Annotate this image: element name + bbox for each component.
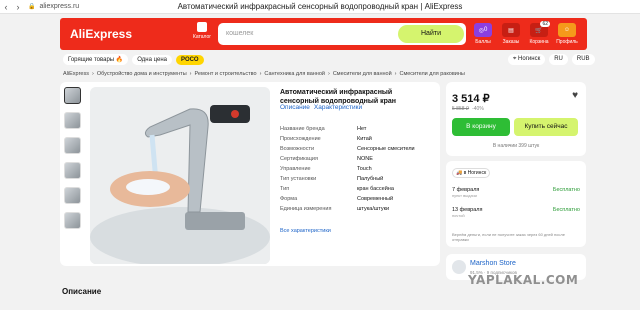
spec-row: Единица измерения штука/штуки — [280, 206, 390, 212]
store-avatar — [452, 260, 466, 274]
search-input[interactable]: кошелек — [226, 30, 253, 37]
page-title: Автоматический инфракрасный сенсорный во… — [177, 2, 463, 11]
site-header: AliExpress Каталог кошелек Найти ◎ 0 Бал… — [60, 18, 587, 50]
language-button[interactable]: RU — [549, 54, 568, 65]
spec-row: Форма Современный — [280, 196, 394, 202]
spec-row: Управление Touch — [280, 166, 372, 172]
breadcrumb-item[interactable]: Смесители для ванной — [333, 71, 392, 77]
points-label: Баллы — [475, 39, 491, 45]
cart-icon: 🛒 62 — [530, 21, 550, 37]
add-to-cart-button[interactable]: В корзину — [452, 118, 510, 136]
subnav: Горящие товары 🔥 Одна цена PОСО — [63, 54, 204, 65]
orders-icon: ▤ — [502, 23, 520, 37]
product-image[interactable] — [90, 87, 270, 264]
stock-status: В наличии 399 штук — [492, 143, 540, 149]
delivery-option: 13 февраля почтой Бесплатно — [452, 207, 580, 218]
browser-bar: ‹ › 🔒 aliexpress.ru Автоматический инфра… — [0, 0, 640, 14]
locale-bar: ⌖ Ногинск RU RUB — [508, 54, 595, 65]
discount-badge: -40% — [472, 106, 484, 112]
breadcrumb-item[interactable]: AliExpress — [63, 71, 89, 77]
spec-row: Тип установки Палубный — [280, 176, 384, 182]
faucet-photo — [90, 87, 270, 264]
thumbnail[interactable] — [64, 187, 81, 204]
poco-link[interactable]: PОСО — [175, 54, 204, 65]
refund-note: Вернём деньги, если не получите заказ че… — [452, 232, 565, 242]
thumbnail[interactable] — [64, 137, 81, 154]
tab-description[interactable]: Описание — [280, 104, 310, 111]
product-card: Автоматический инфракрасный сенсорный во… — [60, 82, 440, 266]
orders-label: Заказы — [502, 39, 520, 45]
delivery-option: 7 февраля пункт выдачи Бесплатно — [452, 187, 580, 198]
spec-row: Происхождение Китай — [280, 136, 372, 142]
currency-button[interactable]: RUB — [571, 54, 595, 65]
points-button[interactable]: ◎ 0 Баллы — [472, 23, 494, 45]
thumbnail[interactable] — [64, 87, 81, 104]
one-price-link[interactable]: Одна цена — [132, 54, 172, 65]
product-tabs: Описание Характеристики — [280, 104, 362, 111]
store-name[interactable]: Marshon Store — [470, 260, 516, 267]
breadcrumb-item[interactable]: Смесители для раковины — [400, 71, 465, 77]
cart-badge: 62 — [540, 21, 550, 27]
all-specs-link[interactable]: Все характеристики — [280, 228, 331, 234]
orders-button[interactable]: ▤ Заказы — [500, 23, 522, 45]
profile-label: Профиль — [556, 39, 578, 45]
cart-label: Корзина — [529, 39, 549, 45]
favorite-icon[interactable]: ♥ — [572, 90, 578, 101]
delivery-location[interactable]: 🚚 в Ногинск — [452, 168, 491, 178]
watermark: YAPLAKAL.COM — [468, 273, 579, 287]
spec-row: Тип кран бассейна — [280, 186, 394, 192]
hot-deals-link[interactable]: Горящие товары 🔥 — [63, 54, 129, 65]
specs-list: Название бренда Нет Происхождение Китай Во… — [280, 124, 435, 214]
profile-button[interactable]: ☺ Профиль — [556, 23, 578, 45]
location-button[interactable]: ⌖ Ногинск — [508, 54, 546, 65]
breadcrumb-item[interactable]: Обустройство дома и инструменты — [97, 71, 187, 77]
tab-specs[interactable]: Характеристики — [314, 104, 362, 111]
cart-button[interactable]: 🛒 62 Корзина — [528, 21, 550, 45]
price: 3 514 ₽ — [452, 93, 490, 105]
catalog-label: Каталог — [192, 34, 212, 40]
buy-now-button[interactable]: Купить сейчас — [514, 118, 578, 136]
spec-row: Сертификация NONE — [280, 156, 373, 162]
logo[interactable]: AliExpress — [70, 27, 132, 41]
spec-row: Название бренда Нет — [280, 126, 367, 132]
price-card: 3 514 ₽ 5 858 ₽ -40% ♥ В корзину Купить с… — [446, 82, 586, 156]
profile-icon: ☺ — [558, 23, 576, 37]
breadcrumb: AliExpress › Обустройство дома и инструме… — [63, 71, 465, 77]
thumbnail[interactable] — [64, 162, 81, 179]
search-bar[interactable]: кошелек Найти — [218, 23, 466, 45]
breadcrumb-item[interactable]: Сантехника для ванной — [264, 71, 325, 77]
thumbnail-list — [64, 87, 81, 237]
catalog-icon — [197, 22, 207, 32]
old-price: 5 858 ₽ -40% — [452, 106, 484, 112]
search-button[interactable]: Найти — [398, 25, 464, 43]
thumbnail[interactable] — [64, 212, 81, 229]
catalog-button[interactable]: Каталог — [190, 22, 214, 40]
delivery-card: 🚚 в Ногинск 7 февраля пункт выдачи Беспл… — [446, 161, 586, 247]
breadcrumb-item[interactable]: Ремонт и строительство — [195, 71, 257, 77]
spec-row: Возможности Сенсорные смесители — [280, 146, 415, 152]
points-icon: ◎ 0 — [474, 23, 492, 37]
thumbnail[interactable] — [64, 112, 81, 129]
section-title: Описание — [62, 287, 102, 296]
